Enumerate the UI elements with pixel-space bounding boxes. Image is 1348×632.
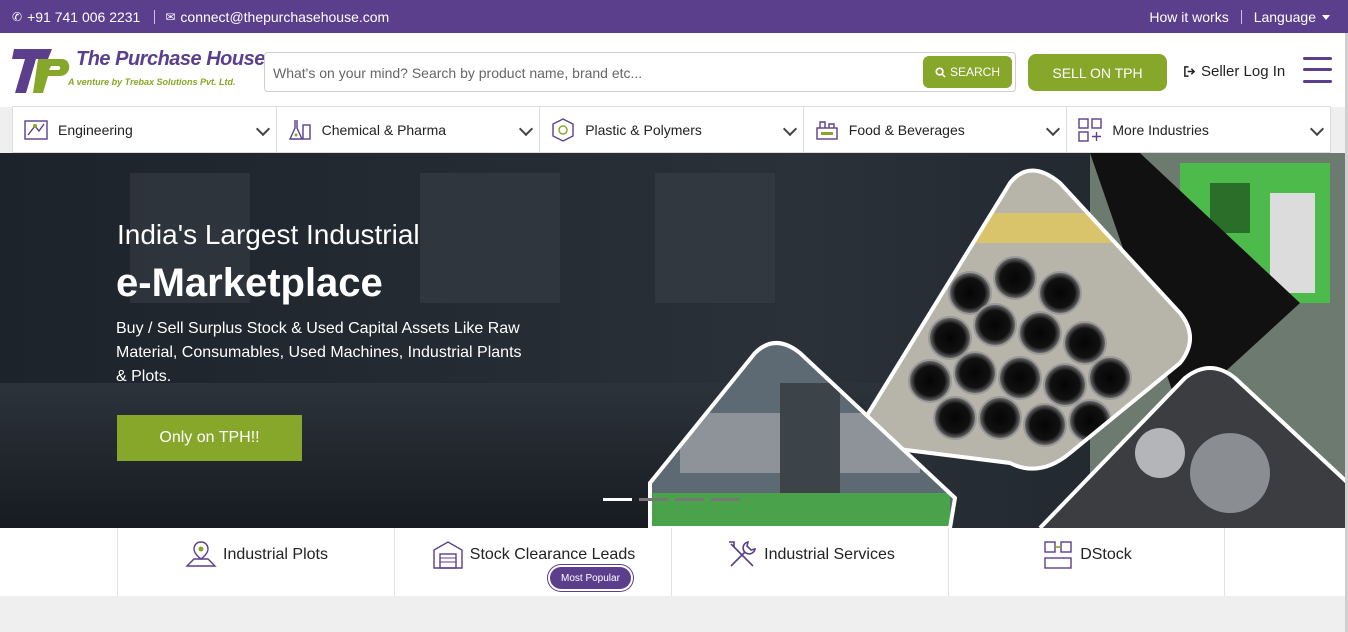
category-label: More Industries	[1112, 121, 1209, 138]
hero-title-line1: India's Largest Industrial	[117, 219, 420, 250]
warehouse-icon	[433, 541, 463, 569]
top-bar: ✆ +91 741 006 2231 ✉ connect@thepurchase…	[0, 0, 1348, 33]
brand-tagline: A venture by Trebax Solutions Pvt. Ltd.	[68, 77, 236, 87]
carousel-dot[interactable]	[675, 498, 704, 501]
caret-down-icon	[1322, 15, 1330, 21]
top-links: How it works Language	[1149, 0, 1330, 33]
chevron-down-icon	[255, 121, 270, 137]
carousel-indicators	[603, 498, 747, 501]
tph-logo-mark	[12, 49, 70, 93]
feature-label: DStock	[1080, 546, 1132, 563]
email-link[interactable]: connect@thepurchasehouse.com	[180, 9, 389, 25]
plot-icon	[185, 541, 217, 567]
language-label: Language	[1253, 8, 1316, 25]
plastic-icon	[552, 117, 574, 142]
feature-strip: Industrial Plots Stock Clearance Leads M…	[0, 528, 1345, 596]
phone-number[interactable]: +91 741 006 2231	[27, 9, 140, 25]
carousel-dot[interactable]	[711, 498, 740, 501]
chevron-down-icon	[519, 121, 534, 137]
carousel-dot[interactable]	[639, 498, 668, 501]
category-plastic-polymers[interactable]: Plastic & Polymers	[540, 107, 804, 152]
hero-title-line2: e-Marketplace	[116, 261, 383, 305]
hero-industrial-collage	[648, 153, 1345, 528]
category-label: Food & Beverages	[848, 121, 965, 138]
warehouse-shutter	[420, 173, 560, 303]
category-more-industries[interactable]: More Industries	[1067, 107, 1330, 152]
sell-on-tph-button[interactable]: SELL ON TPH	[1028, 54, 1167, 91]
language-dropdown[interactable]: Language	[1254, 9, 1330, 25]
feature-dstock[interactable]: DStock	[948, 528, 1225, 596]
category-engineering[interactable]: Engineering	[13, 107, 277, 152]
hero-description: Buy / Sell Surplus Stock & Used Capital …	[116, 320, 522, 385]
category-label: Chemical & Pharma	[321, 121, 447, 138]
most-popular-badge: Most Popular	[550, 567, 631, 589]
chevron-down-icon	[782, 121, 797, 137]
search-input[interactable]	[273, 61, 913, 85]
how-it-works-link[interactable]: How it works	[1149, 9, 1228, 25]
divider	[154, 9, 156, 24]
category-food-beverages[interactable]: Food & Beverages	[804, 107, 1068, 152]
feature-label: Industrial Plots	[223, 546, 328, 563]
carousel-dot[interactable]	[603, 498, 632, 501]
hero-banner: India's Largest Industrial e-Marketplace…	[0, 153, 1345, 528]
tools-icon	[729, 540, 757, 567]
feature-industrial-services[interactable]: Industrial Services	[671, 528, 948, 596]
envelope-icon: ✉	[165, 9, 176, 24]
search-button-label: SEARCH	[949, 65, 1000, 79]
search-bar: SEARCH	[264, 52, 1016, 92]
engineering-icon	[24, 119, 48, 140]
phone-icon: ✆	[12, 9, 23, 24]
feature-label: Stock Clearance Leads	[469, 546, 636, 563]
category-chemical-pharma[interactable]: Chemical & Pharma	[277, 107, 541, 152]
page-background	[0, 596, 1348, 632]
only-on-tph-button[interactable]: Only on TPH!!	[117, 415, 302, 461]
feature-stock-clearance-leads[interactable]: Stock Clearance Leads Most Popular	[394, 528, 671, 596]
menu-icon[interactable]	[1303, 55, 1332, 85]
category-label: Plastic & Polymers	[585, 121, 702, 138]
category-nav: Engineering Chemical & Pharma Plastic & …	[12, 106, 1331, 153]
seller-login-label: Seller Log In	[1201, 63, 1286, 80]
grid-plus-icon	[1078, 117, 1103, 142]
dstock-icon	[1044, 541, 1072, 569]
sign-in-icon	[1184, 66, 1196, 77]
chevron-down-icon	[1309, 121, 1325, 137]
search-button[interactable]: SEARCH	[923, 56, 1012, 88]
contact-info: ✆ +91 741 006 2231 ✉ connect@thepurchase…	[12, 0, 389, 33]
logo[interactable]: The Purchase House A venture by Trebax S…	[12, 46, 265, 96]
header: The Purchase House A venture by Trebax S…	[0, 33, 1348, 107]
food-icon	[816, 120, 838, 140]
brand-name: The Purchase House	[76, 48, 265, 70]
chemical-icon	[288, 119, 311, 140]
search-icon	[935, 66, 946, 78]
feature-label: Industrial Services	[764, 546, 895, 563]
category-label: Engineering	[58, 121, 133, 138]
divider	[1240, 9, 1242, 24]
feature-industrial-plots[interactable]: Industrial Plots	[117, 528, 394, 596]
chevron-down-icon	[1046, 121, 1061, 137]
seller-login-link[interactable]: Seller Log In	[1183, 63, 1285, 80]
